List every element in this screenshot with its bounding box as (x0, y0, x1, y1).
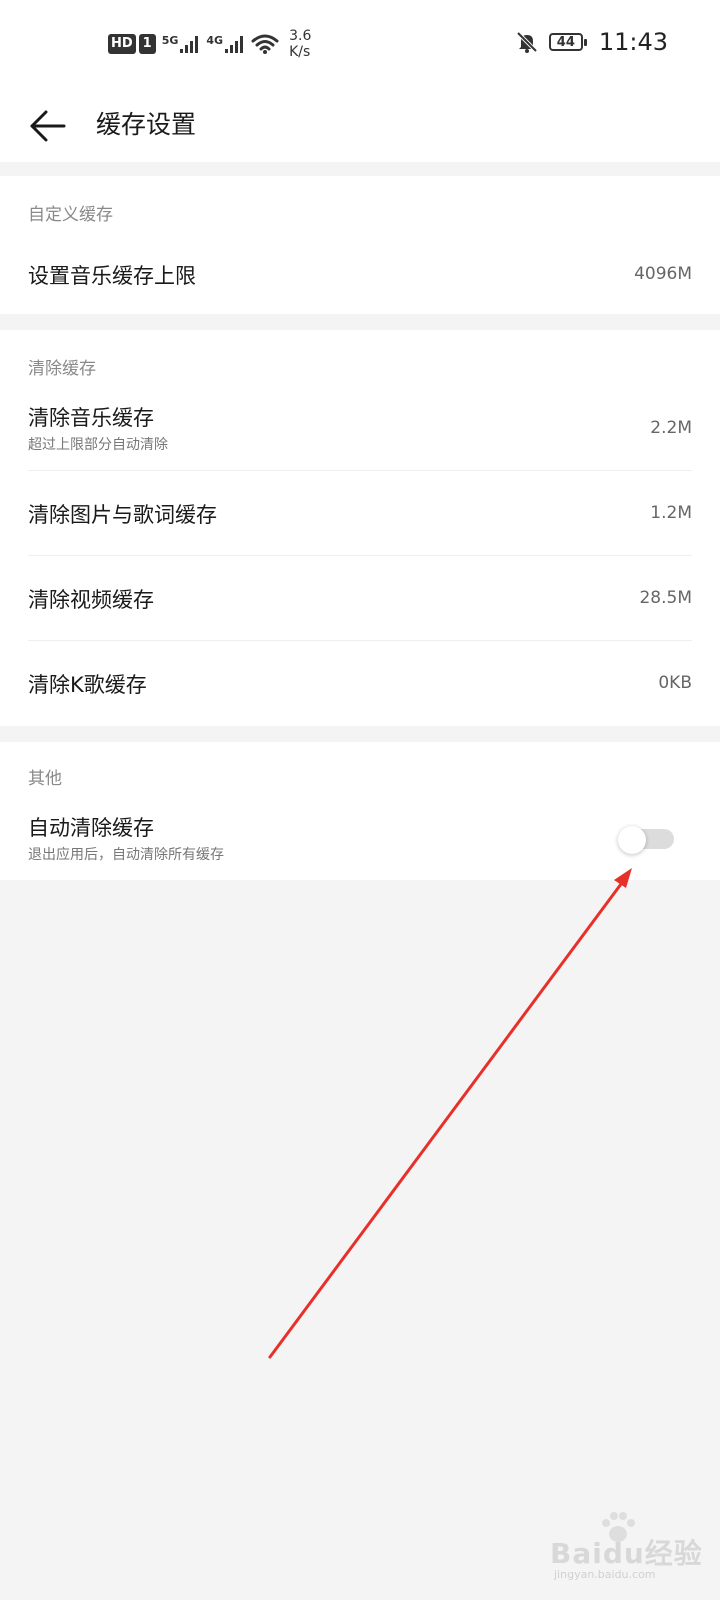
page-title: 缓存设置 (96, 110, 197, 139)
network-speed: 3.6 K/s (289, 28, 311, 60)
signal-4g: 4G (206, 35, 245, 53)
battery-level: 44 (556, 34, 575, 50)
row-value: 1.2M (650, 503, 692, 523)
section-title: 清除缓存 (28, 359, 96, 379)
net-type-5g: 5G (161, 34, 179, 47)
sim-label: 1 (138, 34, 156, 54)
signal-bars-icon (180, 36, 199, 53)
section-custom-cache: 自定义缓存 设置音乐缓存上限 4096M (0, 176, 720, 314)
section-other: 其他 自动清除缓存 退出应用后，自动清除所有缓存 (0, 742, 720, 880)
row-value: 0KB (658, 673, 692, 693)
toggle-knob (618, 826, 646, 854)
status-time: 11:43 (598, 28, 668, 56)
row-clear-video-cache[interactable]: 清除视频缓存 28.5M (0, 556, 720, 640)
row-sub: 退出应用后，自动清除所有缓存 (28, 847, 224, 863)
status-right: 44 11:43 (515, 28, 668, 56)
status-bar: HD 1 5G 4G 3.6 K/s 44 11:43 (0, 0, 720, 90)
row-clear-music-cache[interactable]: 清除音乐缓存 超过上限部分自动清除 2.2M (0, 386, 720, 470)
row-clear-karaoke-cache[interactable]: 清除K歌缓存 0KB (0, 641, 720, 725)
auto-clear-toggle[interactable] (618, 826, 676, 854)
row-sub: 超过上限部分自动清除 (28, 437, 168, 453)
baidu-watermark: Baidu经验 jingyan.baidu.com (550, 1512, 702, 1584)
row-label: 清除K歌缓存 (28, 673, 147, 697)
row-label: 设置音乐缓存上限 (28, 264, 196, 288)
battery-icon: 44 (548, 33, 587, 51)
row-label: 清除图片与歌词缓存 (28, 503, 217, 527)
hd-voice-badge: HD 1 (108, 34, 156, 54)
row-auto-clear-cache[interactable]: 自动清除缓存 退出应用后，自动清除所有缓存 (0, 798, 720, 880)
watermark-text: Baidu经验 (550, 1537, 703, 1570)
section-clear-cache: 清除缓存 清除音乐缓存 超过上限部分自动清除 2.2M 清除图片与歌词缓存 1.… (0, 330, 720, 726)
speed-value: 3.6 (289, 28, 312, 44)
row-value: 4096M (634, 264, 692, 284)
row-music-cache-limit[interactable]: 设置音乐缓存上限 4096M (0, 236, 720, 314)
back-button[interactable] (24, 102, 72, 150)
watermark-sub: jingyan.baidu.com (554, 1568, 656, 1581)
row-value: 28.5M (639, 588, 692, 608)
row-label: 自动清除缓存 (28, 816, 154, 840)
back-arrow-icon (30, 110, 66, 142)
net-type-4g: 4G (206, 34, 224, 47)
speed-unit: K/s (289, 44, 311, 60)
row-value: 2.2M (650, 418, 692, 438)
row-label: 清除音乐缓存 (28, 406, 154, 430)
bell-muted-icon (516, 31, 538, 53)
status-left: HD 1 5G 4G 3.6 K/s (108, 28, 311, 60)
row-label: 清除视频缓存 (28, 588, 154, 612)
section-title: 其他 (28, 769, 62, 789)
arrow-line (268, 878, 626, 1359)
app-header: 缓存设置 (0, 90, 720, 162)
row-clear-image-lyrics-cache[interactable]: 清除图片与歌词缓存 1.2M (0, 471, 720, 555)
signal-bars-icon (225, 36, 244, 53)
section-title: 自定义缓存 (28, 205, 113, 225)
hd-label: HD (108, 34, 136, 54)
signal-5g: 5G (162, 35, 201, 53)
wifi-icon (251, 34, 279, 54)
